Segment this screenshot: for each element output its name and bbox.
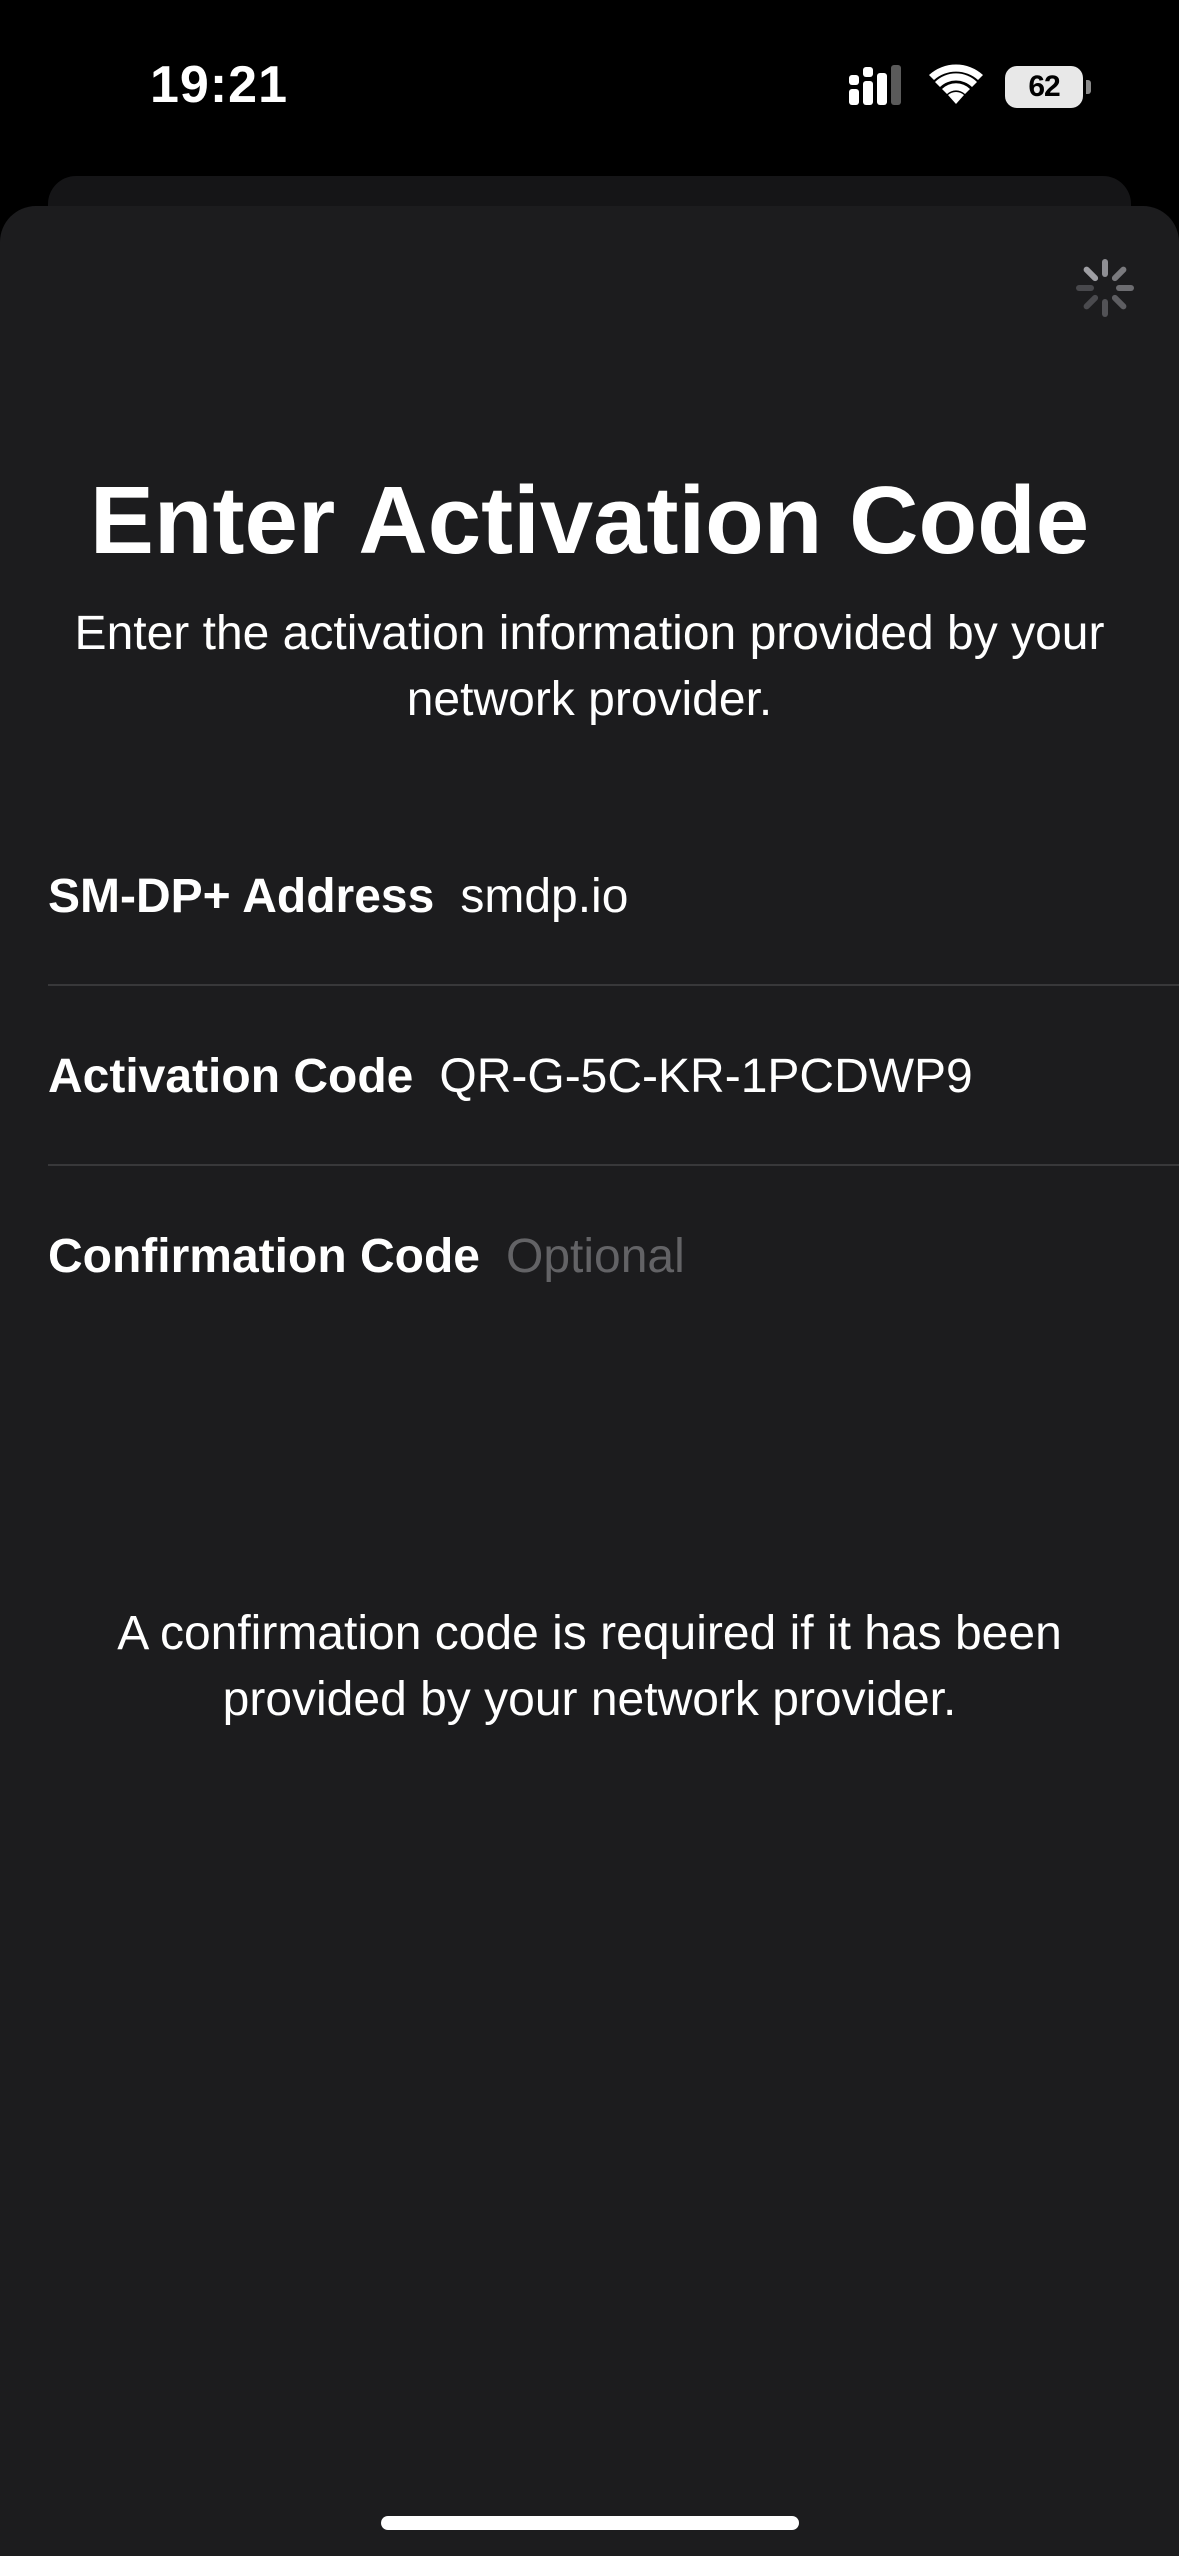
cellular-signal-icon (847, 63, 907, 112)
confirmation-code-row[interactable]: Confirmation Code (48, 1166, 1179, 1346)
battery-level: 62 (1028, 70, 1060, 103)
confirmation-code-field[interactable] (505, 1228, 1126, 1284)
page-subtitle: Enter the activation information provide… (74, 607, 1105, 726)
activation-form: SM-DP+ Address Activation Code Confirmat… (0, 806, 1179, 1346)
activation-code-label: Activation Code (48, 1049, 414, 1103)
status-icons: 62 (847, 62, 1091, 112)
activation-code-field[interactable] (439, 1048, 1060, 1104)
activation-sheet: Enter Activation Code Enter the activati… (0, 206, 1179, 2556)
smdp-address-row[interactable]: SM-DP+ Address (48, 806, 1179, 986)
home-indicator[interactable] (381, 2516, 799, 2530)
confirmation-footnote: A confirmation code is required if it ha… (117, 1607, 1062, 1726)
smdp-address-label: SM-DP+ Address (48, 869, 435, 923)
smdp-address-field[interactable] (460, 868, 1081, 924)
confirmation-code-label: Confirmation Code (48, 1229, 480, 1283)
activation-code-row[interactable]: Activation Code (48, 986, 1179, 1166)
status-time: 19:21 (150, 56, 288, 114)
status-bar: 19:21 62 (0, 0, 1179, 170)
battery-cap (1086, 80, 1091, 94)
screen: 19:21 62 Enter Activation Code Enter the… (0, 0, 1179, 2556)
battery-icon: 62 (1005, 66, 1091, 108)
activity-spinner-icon (1073, 256, 1137, 320)
page-title: Enter Activation Code (89, 467, 1090, 574)
wifi-icon (929, 64, 983, 111)
